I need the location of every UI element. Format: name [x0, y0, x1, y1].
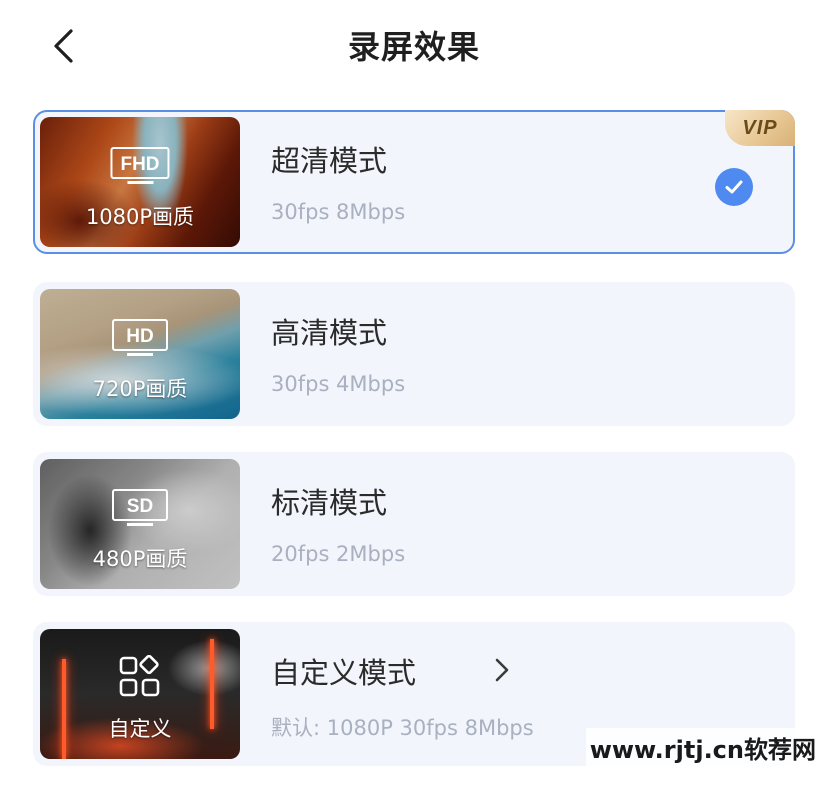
- mode-title: 超清模式: [271, 144, 388, 178]
- mode-thumbnail-sd: SD 480P画质: [40, 459, 240, 589]
- watermark: www.rjtj.cn软荐网: [585, 728, 820, 767]
- mode-subtitle: 默认: 1080P 30fps 8Mbps: [271, 716, 534, 740]
- mode-card-fhd[interactable]: FHD 1080P画质 超清模式 30fps 8Mbps VIP: [33, 110, 795, 254]
- screen: 录屏效果 FHD 1080P画质 超清模式 30fps 8Mbps VIP HD…: [0, 0, 828, 795]
- mode-title: 高清模式: [271, 316, 388, 350]
- vip-label: VIP: [742, 116, 778, 139]
- fhd-badge: FHD: [110, 147, 170, 179]
- mode-thumbnail-custom: 自定义: [40, 629, 240, 759]
- quality-label: 720P画质: [92, 377, 188, 401]
- mode-subtitle: 30fps 4Mbps: [271, 372, 406, 396]
- grid-apps-icon: [119, 655, 160, 697]
- mode-title: 自定义模式: [271, 656, 417, 690]
- quality-label: 1080P画质: [85, 205, 195, 229]
- selected-check-icon: [715, 168, 753, 206]
- chevron-right-icon: [495, 658, 509, 682]
- quality-label: 480P画质: [92, 547, 188, 571]
- mode-title: 标清模式: [271, 486, 388, 520]
- header: 录屏效果: [0, 0, 828, 92]
- vip-tag: VIP: [725, 110, 795, 146]
- mode-thumbnail-fhd: FHD 1080P画质: [40, 117, 240, 247]
- mode-subtitle: 20fps 2Mbps: [271, 542, 406, 566]
- mode-card-sd[interactable]: SD 480P画质 标清模式 20fps 2Mbps: [33, 452, 795, 596]
- mode-thumbnail-hd: HD 720P画质: [40, 289, 240, 419]
- quality-label: 自定义: [108, 717, 172, 741]
- mode-subtitle: 30fps 8Mbps: [271, 200, 406, 224]
- mode-card-hd[interactable]: HD 720P画质 高清模式 30fps 4Mbps: [33, 282, 795, 426]
- page-title: 录屏效果: [347, 28, 480, 66]
- hd-badge: HD: [112, 319, 168, 351]
- sd-badge: SD: [112, 489, 168, 521]
